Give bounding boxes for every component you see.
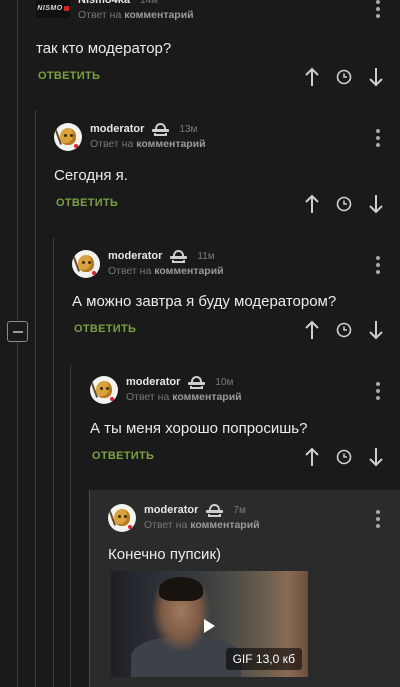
reply-to: Ответ на комментарий	[126, 390, 242, 405]
comment-author[interactable]: moderator	[108, 249, 162, 264]
clock-icon[interactable]	[334, 319, 354, 341]
gif-size-badge: GIF 13,0 кб	[225, 648, 302, 670]
moderator-hat-icon	[188, 376, 206, 389]
moderator-hat-icon	[170, 250, 188, 263]
comment-text: Сегодня я.	[54, 167, 128, 184]
reply-to: Ответ на комментарий	[90, 137, 206, 152]
thread-line-0b	[17, 342, 18, 687]
more-vertical-icon[interactable]	[376, 510, 380, 528]
arrow-up-icon[interactable]	[302, 193, 322, 215]
collapse-minus-icon	[12, 330, 23, 333]
comment-text: А можно завтра я буду модератором?	[72, 293, 337, 310]
thread-line-2	[53, 238, 54, 687]
avatar[interactable]	[54, 123, 82, 151]
comment-author[interactable]: moderator	[126, 375, 180, 390]
comment-moderator-3: moderator 10м Ответ на комментарий А ты …	[90, 374, 400, 484]
avatar[interactable]: NISMO	[36, 0, 70, 18]
comment-time: 13м	[179, 124, 198, 135]
more-vertical-icon[interactable]	[376, 256, 380, 274]
avatar[interactable]	[90, 376, 118, 404]
more-vertical-icon[interactable]	[376, 0, 380, 18]
avatar[interactable]	[72, 250, 100, 278]
thread-line-0	[17, 0, 18, 321]
comment-time: 7м	[233, 505, 246, 516]
gif-attachment[interactable]: GIF 13,0 кб	[111, 571, 308, 677]
comment-text: А ты меня хорошо попросишь?	[90, 420, 308, 437]
comment-text: Конечно пупсик)	[108, 546, 221, 563]
reply-to-prefix: Ответ на	[78, 9, 122, 21]
reply-to: Ответ на комментарий	[78, 8, 194, 23]
comment-author[interactable]: moderator	[144, 503, 198, 518]
avatar[interactable]	[108, 504, 136, 532]
more-vertical-icon[interactable]	[376, 382, 380, 400]
moderator-hat-icon	[152, 123, 170, 136]
play-icon[interactable]	[204, 619, 215, 633]
reply-to-prefix: Ответ на	[144, 519, 188, 531]
gif-frame-hair	[159, 577, 203, 601]
comment-time: 11м	[197, 251, 215, 262]
moderator-hat-icon	[206, 504, 224, 517]
comment-text: так кто модератор?	[36, 40, 172, 57]
comment-author[interactable]: Nismo4ka	[78, 0, 130, 8]
reply-button[interactable]: ОТВЕТИТЬ	[92, 450, 154, 462]
arrow-down-icon[interactable]	[366, 446, 386, 468]
arrow-up-icon[interactable]	[302, 319, 322, 341]
reply-button[interactable]: ОТВЕТИТЬ	[38, 70, 100, 82]
comment-time: 14м	[139, 0, 158, 6]
collapse-thread-button[interactable]	[7, 321, 28, 342]
thread-line-1	[35, 110, 36, 687]
reply-to-prefix: Ответ на	[126, 391, 170, 403]
arrow-up-icon[interactable]	[302, 66, 322, 88]
comment-nismo4ka: NISMO Nismo4ka 14м Ответ на комментарий …	[36, 0, 400, 100]
arrow-down-icon[interactable]	[366, 193, 386, 215]
reply-button[interactable]: ОТВЕТИТЬ	[56, 197, 118, 209]
reply-to-link[interactable]: комментарий	[124, 9, 193, 21]
reply-to-prefix: Ответ на	[90, 138, 134, 150]
comment-moderator-1: moderator 13м Ответ на комментарий Сегод…	[54, 121, 400, 231]
thread-line-3	[70, 365, 71, 687]
comment-time: 10м	[215, 377, 234, 388]
reply-to: Ответ на комментарий	[144, 518, 260, 533]
avatar-logo-text: NISMO	[37, 4, 63, 12]
comment-moderator-2: moderator 11м Ответ на комментарий А мож…	[72, 248, 400, 358]
reply-to-link[interactable]: комментарий	[136, 138, 205, 150]
more-vertical-icon[interactable]	[376, 129, 380, 147]
comment-author[interactable]: moderator	[90, 122, 144, 137]
reply-to-prefix: Ответ на	[108, 265, 152, 277]
reply-to: Ответ на комментарий	[108, 264, 224, 279]
reply-button[interactable]: ОТВЕТИТЬ	[74, 323, 136, 335]
arrow-down-icon[interactable]	[366, 66, 386, 88]
reply-to-link[interactable]: комментарий	[172, 391, 241, 403]
arrow-down-icon[interactable]	[366, 319, 386, 341]
avatar-logo-mark	[63, 5, 69, 11]
clock-icon[interactable]	[334, 446, 354, 468]
comment-moderator-4: moderator 7м Ответ на комментарий Конечн…	[89, 490, 400, 687]
arrow-up-icon[interactable]	[302, 446, 322, 468]
clock-icon[interactable]	[334, 66, 354, 88]
reply-to-link[interactable]: комментарий	[154, 265, 223, 277]
reply-to-link[interactable]: комментарий	[190, 519, 259, 531]
clock-icon[interactable]	[334, 193, 354, 215]
